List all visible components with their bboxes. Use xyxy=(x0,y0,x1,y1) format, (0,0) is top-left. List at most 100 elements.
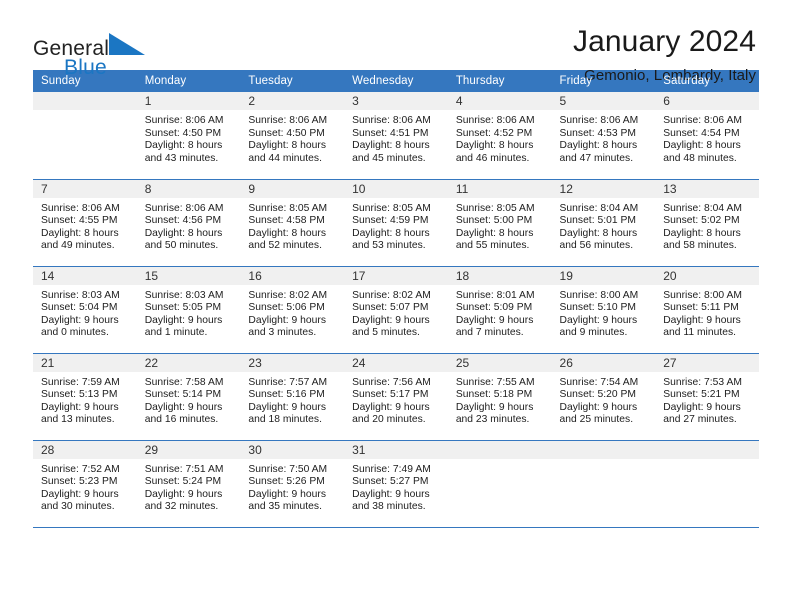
calendar-cell-day[interactable]: 1 Sunrise: 8:06 AM Sunset: 4:50 PM Daylight… xyxy=(136,92,241,180)
calendar-cell-day[interactable]: 11 Sunrise: 8:05 AM Sunset: 5:00 PM Dayligh… xyxy=(447,179,552,267)
day-info-daylight2: and 55 minutes. xyxy=(455,240,530,252)
day-sun-info: Sunrise: 8:06 AM Sunset: 4:56 PM Daylight:… xyxy=(137,198,241,253)
day-sun-info: Sunrise: 7:59 AM Sunset: 5:13 PM Daylight:… xyxy=(33,372,137,427)
calendar-cell-day[interactable]: 18 Sunrise: 8:01 AM Sunset: 5:09 PM Dayligh… xyxy=(447,266,552,354)
calendar-cell-day[interactable]: 19 Sunrise: 8:00 AM Sunset: 5:10 PM Dayligh… xyxy=(551,266,656,354)
day-info-daylight2: and 25 minutes. xyxy=(559,414,634,426)
day-info-sunset: Sunset: 5:09 PM xyxy=(455,302,533,314)
calendar-wrapper: Sunday Monday Tuesday Wednesday Thursday… xyxy=(0,70,792,528)
calendar-cell-day[interactable]: 3 Sunrise: 8:06 AM Sunset: 4:51 PM Daylight… xyxy=(344,92,448,180)
day-sun-info xyxy=(552,459,656,464)
day-number: 2 xyxy=(240,92,345,110)
day-number: 16 xyxy=(240,266,345,285)
day-info-daylight2: and 49 minutes. xyxy=(41,240,115,252)
day-cell-content: 3 Sunrise: 8:06 AM Sunset: 4:51 PM Daylight… xyxy=(344,92,448,179)
calendar-cell-day[interactable]: 5 Sunrise: 8:06 AM Sunset: 4:53 PM Daylight… xyxy=(551,92,656,180)
day-sun-info: Sunrise: 7:50 AM Sunset: 5:26 PM Daylight:… xyxy=(240,459,344,514)
day-number: 3 xyxy=(344,92,448,110)
calendar-cell-day[interactable]: 15 Sunrise: 8:03 AM Sunset: 5:05 PM Dayligh… xyxy=(136,266,241,354)
calendar-cell-day[interactable]: 30 Sunrise: 7:50 AM Sunset: 5:26 PM Dayligh… xyxy=(240,440,345,528)
day-info-daylight2: and 18 minutes. xyxy=(248,414,322,426)
weekday-header-monday: Monday xyxy=(136,70,241,92)
calendar-cell-day[interactable]: 23 Sunrise: 7:57 AM Sunset: 5:16 PM Dayligh… xyxy=(240,353,345,441)
day-sun-info: Sunrise: 7:53 AM Sunset: 5:21 PM Daylight:… xyxy=(655,372,759,427)
calendar-cell-day[interactable]: 16 Sunrise: 8:02 AM Sunset: 5:06 PM Dayligh… xyxy=(240,266,345,354)
day-cell-content: 29 Sunrise: 7:51 AM Sunset: 5:24 PM Dayligh… xyxy=(136,440,241,527)
calendar-cell-day[interactable]: 28 Sunrise: 7:52 AM Sunset: 5:23 PM Dayligh… xyxy=(33,440,137,528)
calendar-cell-day[interactable]: 24 Sunrise: 7:56 AM Sunset: 5:17 PM Dayligh… xyxy=(344,353,448,441)
day-cell-content: 30 Sunrise: 7:50 AM Sunset: 5:26 PM Dayligh… xyxy=(240,440,345,527)
calendar-week-row: 1 Sunrise: 8:06 AM Sunset: 4:50 PM Daylight… xyxy=(33,92,759,180)
calendar-week-row: 28 Sunrise: 7:52 AM Sunset: 5:23 PM Dayligh… xyxy=(33,440,759,528)
day-info-daylight2: and 20 minutes. xyxy=(352,414,426,426)
calendar-cell-day[interactable]: 26 Sunrise: 7:54 AM Sunset: 5:20 PM Dayligh… xyxy=(551,353,656,441)
day-info-daylight2: and 50 minutes. xyxy=(144,240,219,252)
day-number: 26 xyxy=(551,353,656,372)
calendar-cell-day[interactable]: 14 Sunrise: 8:03 AM Sunset: 5:04 PM Dayligh… xyxy=(33,266,137,354)
day-info-sunset: Sunset: 4:53 PM xyxy=(559,127,636,139)
calendar-cell-day[interactable]: 12 Sunrise: 8:04 AM Sunset: 5:01 PM Dayligh… xyxy=(551,179,656,267)
brand-logo[interactable]: General Blue xyxy=(33,26,147,78)
day-info-daylight1: Daylight: 8 hours xyxy=(455,227,534,239)
day-cell-content: 23 Sunrise: 7:57 AM Sunset: 5:16 PM Dayligh… xyxy=(240,353,345,440)
day-info-daylight2: and 30 minutes. xyxy=(41,501,115,513)
calendar-cell-day[interactable]: 17 Sunrise: 8:02 AM Sunset: 5:07 PM Dayligh… xyxy=(344,266,448,354)
page-header: General Blue January 2024 Gemonio, Lomba… xyxy=(0,0,792,84)
day-number xyxy=(551,440,656,459)
day-info-sunrise: Sunrise: 7:49 AM xyxy=(352,463,431,475)
day-info-daylight2: and 11 minutes. xyxy=(663,327,737,339)
calendar-cell-day[interactable]: 31 Sunrise: 7:49 AM Sunset: 5:27 PM Dayligh… xyxy=(344,440,448,528)
day-info-daylight1: Daylight: 9 hours xyxy=(352,401,430,413)
day-sun-info: Sunrise: 8:00 AM Sunset: 5:11 PM Daylight:… xyxy=(655,285,759,340)
day-info-sunset: Sunset: 5:17 PM xyxy=(352,389,429,401)
calendar-cell-day[interactable]: 7 Sunrise: 8:06 AM Sunset: 4:55 PM Daylight… xyxy=(33,179,137,267)
calendar-cell-day[interactable]: 27 Sunrise: 7:53 AM Sunset: 5:21 PM Dayligh… xyxy=(655,353,759,441)
calendar-cell-day[interactable]: 13 Sunrise: 8:04 AM Sunset: 5:02 PM Dayligh… xyxy=(655,179,759,267)
calendar-cell-day[interactable]: 21 Sunrise: 7:59 AM Sunset: 5:13 PM Dayligh… xyxy=(33,353,137,441)
day-info-sunrise: Sunrise: 7:55 AM xyxy=(455,376,535,388)
day-info-daylight2: and 58 minutes. xyxy=(663,240,737,252)
day-info-sunrise: Sunrise: 8:04 AM xyxy=(559,202,639,214)
day-info-daylight1: Daylight: 9 hours xyxy=(559,401,638,413)
day-cell-content: 8 Sunrise: 8:06 AM Sunset: 4:56 PM Daylight… xyxy=(136,179,241,266)
calendar-cell-day[interactable]: 29 Sunrise: 7:51 AM Sunset: 5:24 PM Dayligh… xyxy=(136,440,241,528)
day-info-daylight2: and 44 minutes. xyxy=(248,152,322,164)
day-info-sunrise: Sunrise: 8:06 AM xyxy=(663,115,742,126)
day-info-sunset: Sunset: 5:05 PM xyxy=(144,302,222,314)
day-info-daylight1: Daylight: 9 hours xyxy=(352,314,430,326)
calendar-cell-day[interactable]: 8 Sunrise: 8:06 AM Sunset: 4:56 PM Daylight… xyxy=(136,179,241,267)
day-info-sunrise: Sunrise: 7:53 AM xyxy=(663,376,742,388)
day-cell-content: 4 Sunrise: 8:06 AM Sunset: 4:52 PM Daylight… xyxy=(447,92,552,179)
calendar-cell-day[interactable]: 25 Sunrise: 7:55 AM Sunset: 5:18 PM Dayligh… xyxy=(447,353,552,441)
day-sun-info: Sunrise: 8:02 AM Sunset: 5:06 PM Daylight:… xyxy=(240,285,344,340)
calendar-week-row: 14 Sunrise: 8:03 AM Sunset: 5:04 PM Dayligh… xyxy=(33,266,759,354)
day-info-daylight2: and 9 minutes. xyxy=(559,327,628,339)
calendar-cell-day[interactable]: 22 Sunrise: 7:58 AM Sunset: 5:14 PM Dayligh… xyxy=(136,353,241,441)
day-cell-content xyxy=(33,92,137,179)
day-info-daylight1: Daylight: 9 hours xyxy=(248,314,327,326)
day-number: 13 xyxy=(655,179,759,198)
day-info-sunrise: Sunrise: 8:06 AM xyxy=(144,115,224,126)
calendar-cell-day[interactable]: 20 Sunrise: 8:00 AM Sunset: 5:11 PM Dayligh… xyxy=(655,266,759,354)
calendar-cell-day[interactable]: 9 Sunrise: 8:05 AM Sunset: 4:58 PM Daylight… xyxy=(240,179,345,267)
calendar-cell-day[interactable]: 6 Sunrise: 8:06 AM Sunset: 4:54 PM Daylight… xyxy=(655,92,759,180)
day-info-daylight1: Daylight: 8 hours xyxy=(663,140,741,152)
day-sun-info: Sunrise: 8:06 AM Sunset: 4:50 PM Daylight:… xyxy=(240,110,344,165)
day-info-daylight2: and 5 minutes. xyxy=(352,327,420,339)
day-info-sunrise: Sunrise: 8:03 AM xyxy=(144,289,224,301)
day-info-daylight1: Daylight: 9 hours xyxy=(144,488,223,500)
day-number: 4 xyxy=(447,92,552,110)
day-info-sunset: Sunset: 5:26 PM xyxy=(248,476,325,488)
day-info-daylight1: Daylight: 9 hours xyxy=(663,401,741,413)
weekday-header-thursday: Thursday xyxy=(447,70,552,92)
day-number: 17 xyxy=(344,266,448,285)
day-sun-info: Sunrise: 8:03 AM Sunset: 5:05 PM Daylight:… xyxy=(137,285,241,340)
calendar-cell-day[interactable]: 2 Sunrise: 8:06 AM Sunset: 4:50 PM Daylight… xyxy=(240,92,345,180)
day-cell-content: 11 Sunrise: 8:05 AM Sunset: 5:00 PM Dayligh… xyxy=(447,179,552,266)
day-info-sunset: Sunset: 4:56 PM xyxy=(144,215,222,227)
day-info-daylight2: and 0 minutes. xyxy=(41,327,109,339)
calendar-cell-day[interactable]: 4 Sunrise: 8:06 AM Sunset: 4:52 PM Daylight… xyxy=(447,92,552,180)
day-number: 28 xyxy=(33,440,137,459)
day-cell-content: 14 Sunrise: 8:03 AM Sunset: 5:04 PM Dayligh… xyxy=(33,266,137,353)
calendar-cell-day[interactable]: 10 Sunrise: 8:05 AM Sunset: 4:59 PM Dayligh… xyxy=(344,179,448,267)
